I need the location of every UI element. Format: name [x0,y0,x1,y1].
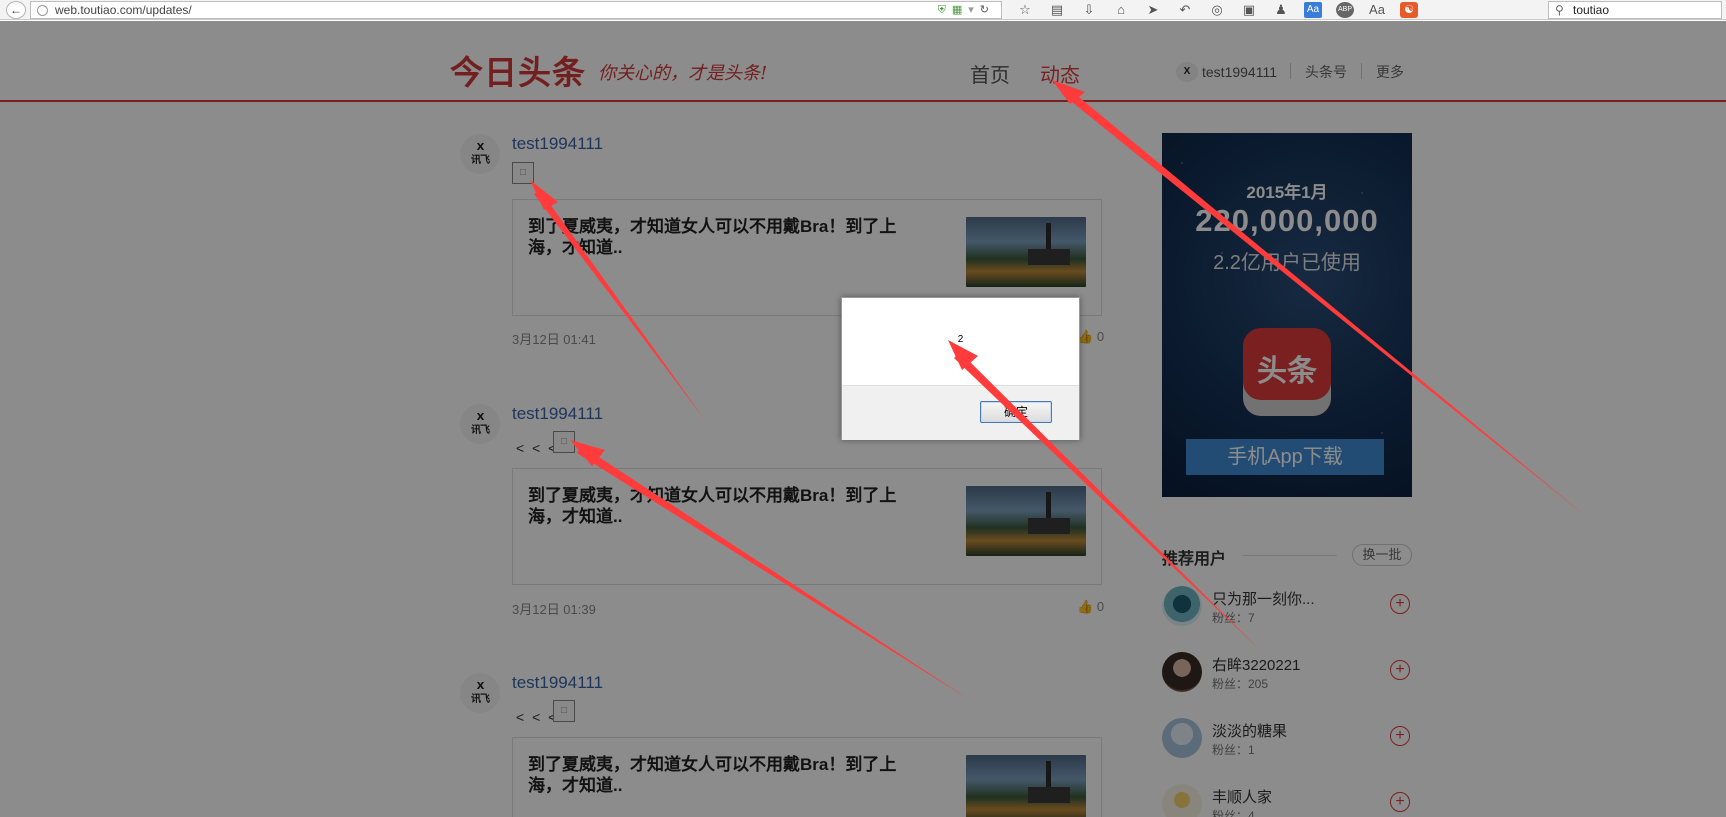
screenshot-icon[interactable]: ◎ [1208,2,1226,18]
reading-list-icon[interactable]: ▤ [1048,2,1066,18]
send-icon[interactable]: ➤ [1144,2,1162,18]
addon-icon[interactable]: ☯ [1400,2,1418,18]
undo-icon[interactable]: ↶ [1176,2,1194,18]
browser-search-input[interactable]: ⚲ toutiao [1548,1,1722,19]
reader-icon[interactable]: Aa [1368,2,1386,18]
reload-icon[interactable]: ↻ [980,4,995,16]
address-bar[interactable]: web.toutiao.com/updates/ ⛨▦▾↻ [30,1,1002,19]
home-icon[interactable]: ⌂ [1112,2,1130,18]
crop-icon[interactable]: ▣ [1240,2,1258,18]
ok-button[interactable]: 确定 [980,401,1052,423]
shield-icon[interactable]: ⛨ [938,4,952,16]
dialog-footer: 确定 [842,385,1079,440]
alert-dialog: 2 确定 [841,297,1080,440]
url-text: web.toutiao.com/updates/ [55,3,192,17]
search-icon: ⚲ [1555,3,1564,17]
download-icon[interactable]: ⇩ [1080,2,1098,18]
browser-toolbar: ← web.toutiao.com/updates/ ⛨▦▾↻ ☆ ▤ ⇩ ⌂ … [0,0,1726,20]
dropdown-icon[interactable]: ▾ [968,4,980,16]
browser-tool-icons: ☆ ▤ ⇩ ⌂ ➤ ↶ ◎ ▣ ♟ Aa ABP Aa ☯ [1016,0,1418,20]
adblock-icon[interactable]: ABP [1336,2,1354,18]
globe-icon [37,5,48,16]
person-icon[interactable]: ♟ [1272,2,1290,18]
browser-search-value: toutiao [1573,3,1610,17]
back-arrow-icon[interactable]: ← [6,1,26,19]
alert-message: 2 [957,334,964,345]
translate-icon[interactable]: Aa [1304,2,1322,18]
qr-code-icon[interactable]: ▦ [952,4,968,16]
address-bar-actions[interactable]: ⛨▦▾↻ [938,2,995,18]
star-icon[interactable]: ☆ [1016,2,1034,18]
